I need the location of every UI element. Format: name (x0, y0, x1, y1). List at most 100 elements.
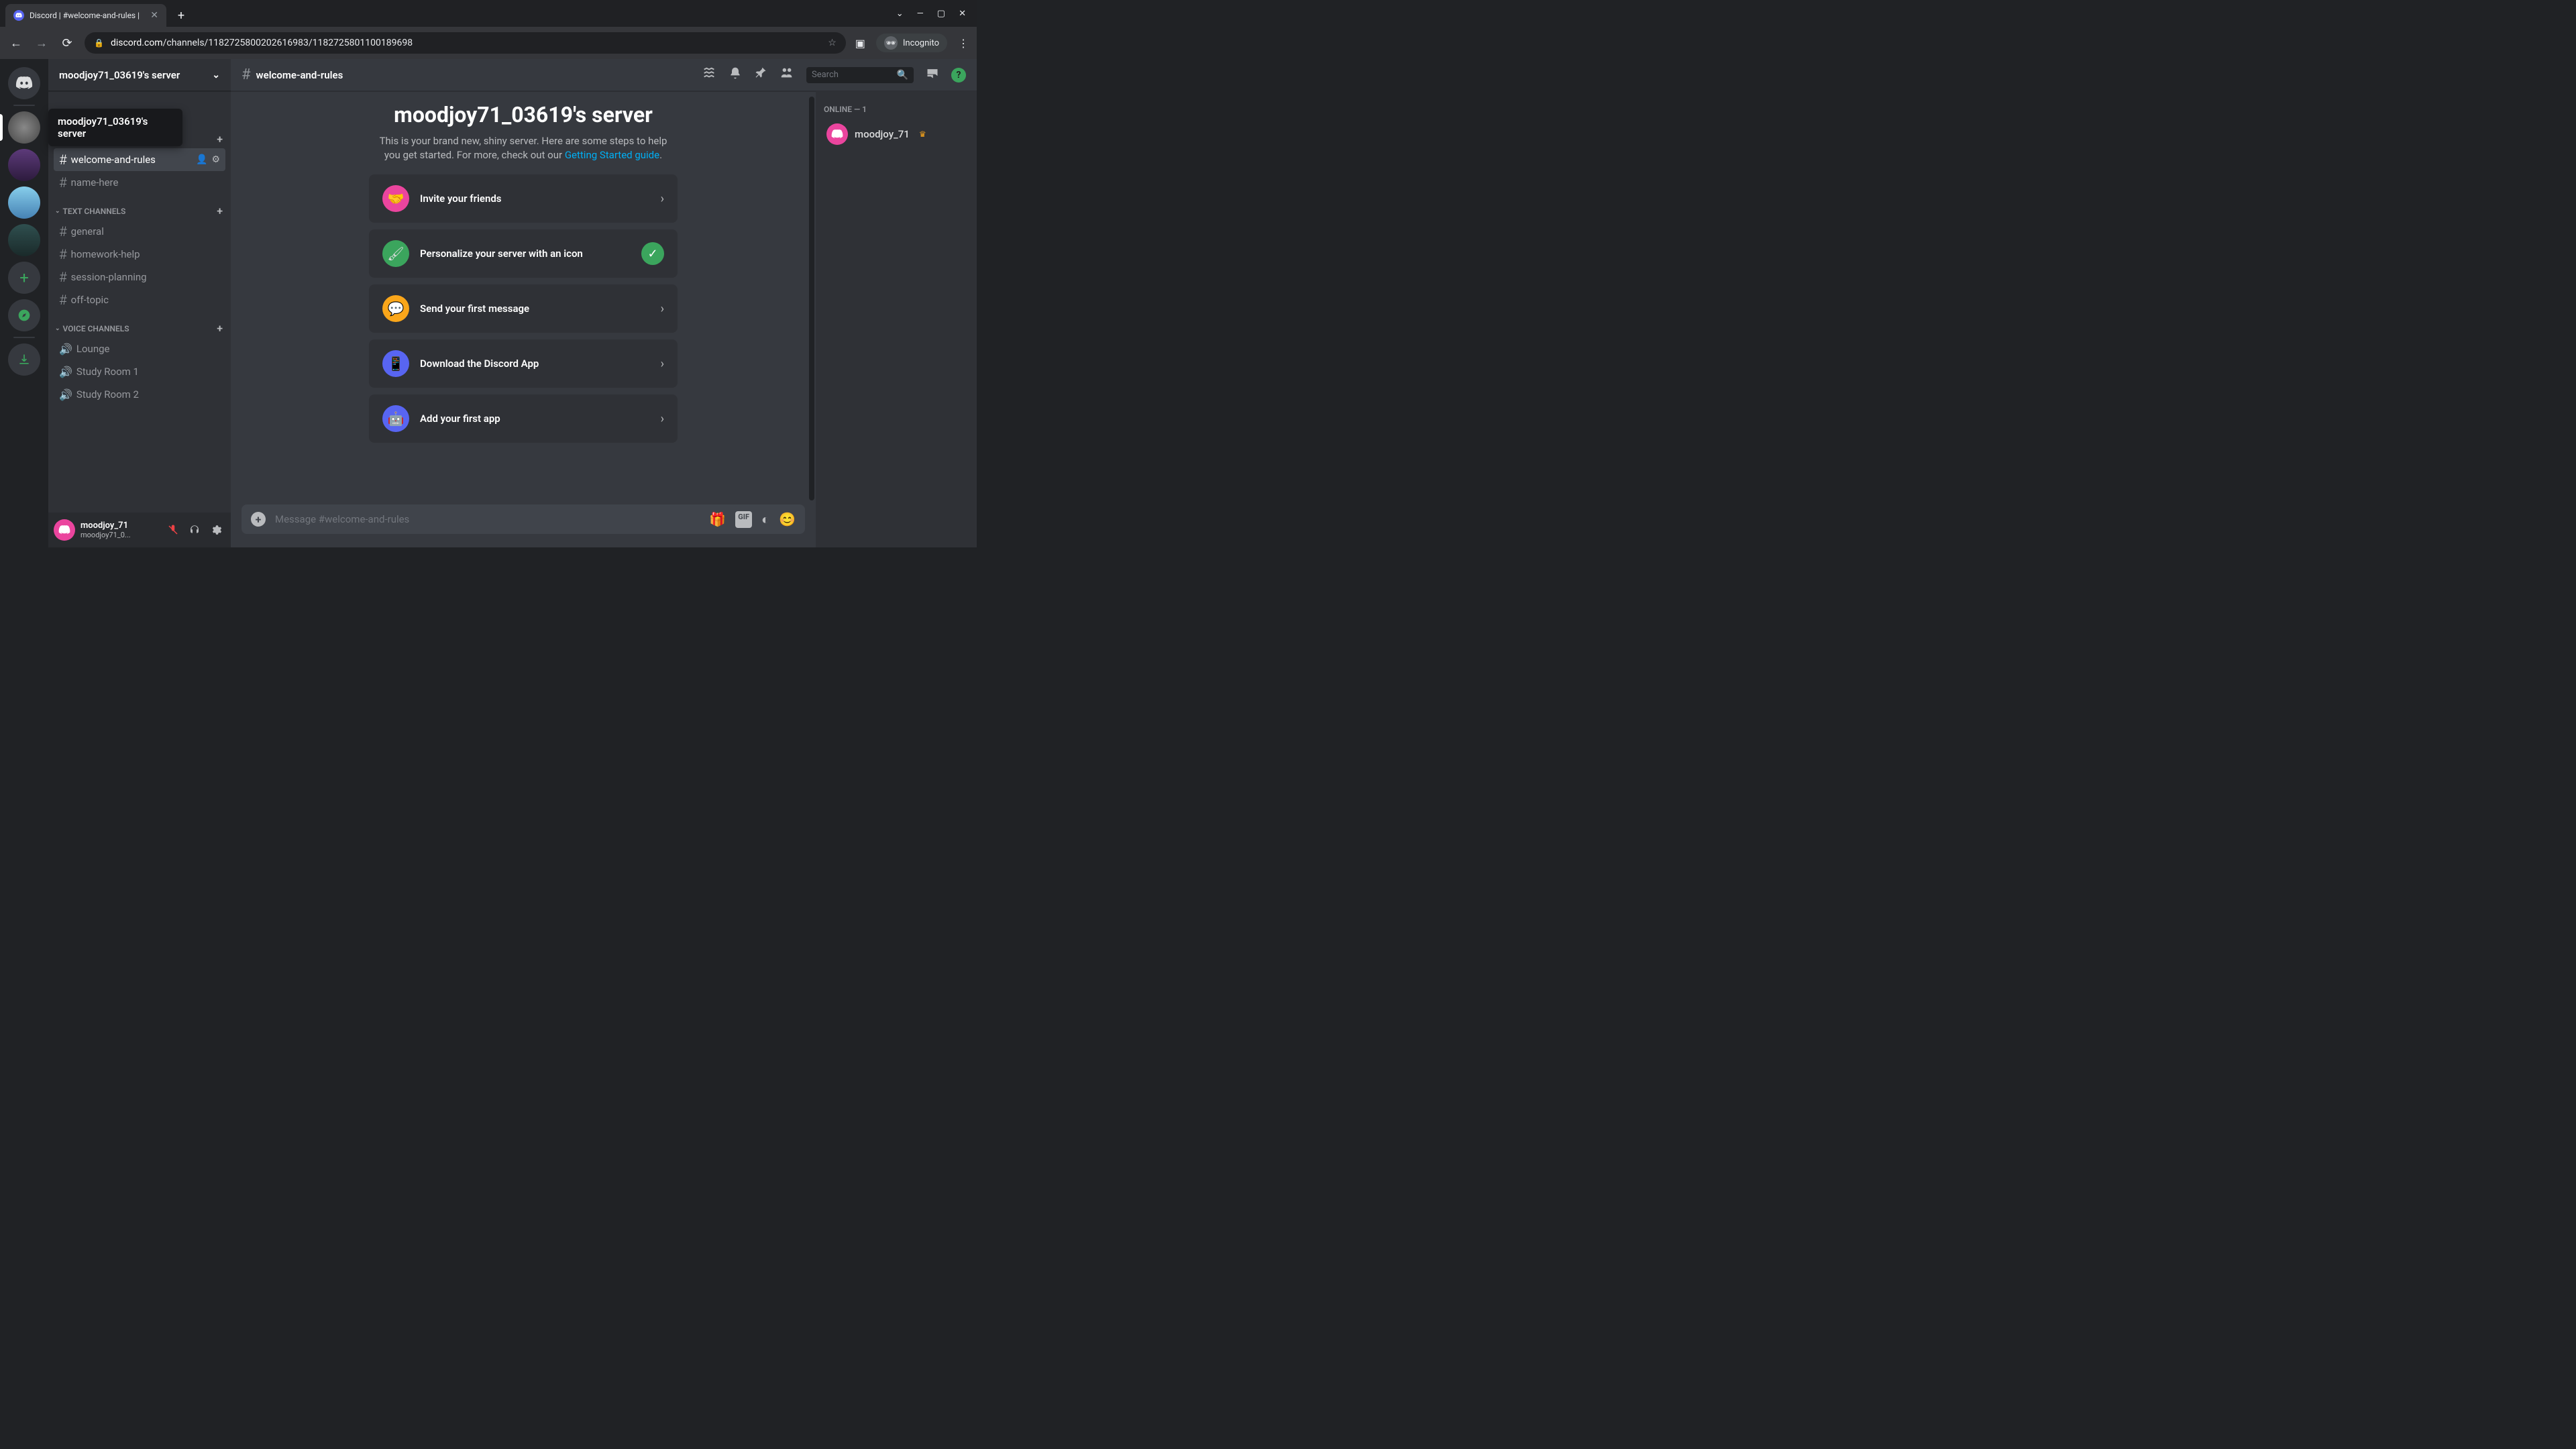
maximize-icon[interactable]: ▢ (937, 9, 945, 19)
channel-welcome-and-rules[interactable]: # welcome-and-rules 👤 ⚙ (54, 148, 225, 171)
incognito-label: Incognito (903, 38, 939, 48)
hash-icon: # (59, 246, 67, 262)
inbox-icon[interactable] (926, 66, 939, 83)
channel-label: Lounge (76, 343, 110, 355)
invite-icon[interactable]: 👤 (196, 154, 207, 165)
incognito-badge[interactable]: 🕶 Incognito (876, 34, 947, 52)
download-button[interactable] (8, 343, 40, 376)
notifications-icon[interactable] (729, 66, 742, 83)
speaker-icon: 🔊 (59, 388, 72, 401)
menu-icon[interactable]: ⋮ (958, 37, 969, 50)
user-panel: moodjoy_71 moodjoy71_0... (48, 513, 231, 547)
gear-icon[interactable]: ⚙ (211, 154, 220, 165)
channel-general[interactable]: # general (54, 220, 225, 243)
url-box[interactable]: 🔒 discord.com/channels/11827258002026169… (85, 32, 846, 54)
card-label: Personalize your server with an icon (420, 248, 583, 260)
incognito-icon: 🕶 (884, 36, 898, 50)
speaker-icon: 🔊 (59, 343, 72, 356)
welcome-section: moodjoy71_03619's server This is your br… (231, 91, 816, 504)
member-row[interactable]: moodjoy_71 ♛ (824, 121, 969, 148)
chevron-right-icon: › (661, 412, 664, 426)
card-first-app[interactable]: 🤖 Add your first app › (369, 394, 678, 443)
card-personalize[interactable]: 🖌 Personalize your server with an icon ✓ (369, 229, 678, 278)
gift-icon[interactable]: 🎁 (709, 511, 726, 528)
invite-icon: 🤝 (382, 185, 409, 212)
emoji-icon[interactable]: 😊 (779, 511, 796, 528)
reload-icon[interactable]: ⟳ (59, 36, 75, 50)
card-first-message[interactable]: 💬 Send your first message › (369, 284, 678, 333)
server-icon-active[interactable]: moodjoy71_03619's server (8, 111, 40, 144)
add-channel-icon[interactable]: + (217, 322, 223, 335)
card-label: Download the Discord App (420, 358, 539, 370)
attach-icon[interactable]: + (251, 512, 266, 527)
extensions-icon[interactable]: ▣ (855, 37, 865, 50)
message-input-box[interactable]: + 🎁 GIF ◐ 😊 (241, 504, 805, 534)
channel-label: welcome-and-rules (71, 154, 156, 166)
explore-button[interactable] (8, 299, 40, 331)
scrollbar[interactable] (809, 97, 814, 500)
composer: + 🎁 GIF ◐ 😊 (231, 504, 816, 547)
user-name: moodjoy_71 (80, 521, 158, 531)
getting-started-link[interactable]: Getting Started guide (565, 149, 659, 161)
guild-bar: moodjoy71_03619's server + (0, 59, 48, 547)
browser-chrome: Discord | #welcome-and-rules | ✕ + ⌄ — ▢… (0, 0, 977, 59)
bookmark-icon[interactable]: ☆ (828, 38, 837, 48)
channel-off-topic[interactable]: # off-topic (54, 288, 225, 311)
browser-tab[interactable]: Discord | #welcome-and-rules | ✕ (5, 4, 166, 27)
hash-icon: # (59, 174, 67, 191)
channel-label: off-topic (71, 294, 109, 306)
members-icon[interactable] (780, 66, 794, 84)
arrow-icon: ⌄ (55, 208, 60, 215)
close-window-icon[interactable]: ✕ (959, 9, 966, 19)
category-text-channels[interactable]: ⌄ TEXT CHANNELS + (54, 194, 225, 220)
card-invite-friends[interactable]: 🤝 Invite your friends › (369, 174, 678, 223)
gif-button[interactable]: GIF (735, 511, 752, 528)
threads-icon[interactable] (702, 66, 716, 84)
crown-icon: ♛ (919, 129, 926, 139)
add-channel-icon[interactable]: + (217, 205, 223, 217)
category-label: VOICE CHANNELS (63, 324, 129, 333)
card-download-app[interactable]: 📱 Download the Discord App › (369, 339, 678, 388)
settings-button[interactable] (207, 521, 225, 539)
deafen-button[interactable] (185, 521, 204, 539)
add-server-button[interactable]: + (8, 262, 40, 294)
member-avatar (826, 123, 848, 145)
message-input[interactable] (275, 513, 700, 525)
channel-homework-help[interactable]: # homework-help (54, 243, 225, 266)
search-input[interactable]: Search 🔍 (806, 67, 914, 83)
search-icon: 🔍 (897, 70, 908, 80)
voice-study-room-1[interactable]: 🔊 Study Room 1 (54, 360, 225, 383)
voice-lounge[interactable]: 🔊 Lounge (54, 337, 225, 360)
user-info[interactable]: moodjoy_71 moodjoy71_0... (80, 521, 158, 539)
chevron-right-icon: › (661, 192, 664, 206)
sticker-icon[interactable]: ◐ (761, 511, 769, 528)
home-button[interactable] (8, 67, 40, 99)
forward-icon[interactable]: → (34, 36, 50, 50)
add-channel-icon[interactable]: + (217, 133, 223, 146)
tab-search-icon[interactable]: ⌄ (896, 9, 904, 19)
new-tab-button[interactable]: + (172, 6, 191, 25)
welcome-subtitle: This is your brand new, shiny server. He… (376, 134, 671, 162)
channel-title: welcome-and-rules (256, 69, 343, 81)
server-header[interactable]: moodjoy71_03619's server ⌄ (48, 59, 231, 91)
close-icon[interactable]: ✕ (150, 10, 158, 21)
hash-icon: # (59, 223, 67, 239)
channel-session-planning[interactable]: # session-planning (54, 266, 225, 288)
tab-title: Discord | #welcome-and-rules | (30, 11, 140, 20)
user-avatar[interactable] (54, 519, 75, 541)
server-icon[interactable] (8, 224, 40, 256)
pinned-icon[interactable] (754, 66, 767, 83)
category-voice-channels[interactable]: ⌄ VOICE CHANNELS + (54, 311, 225, 337)
server-icon[interactable] (8, 186, 40, 219)
address-bar: ← → ⟳ 🔒 discord.com/channels/11827258002… (0, 27, 977, 59)
chat-body: moodjoy71_03619's server This is your br… (231, 91, 977, 547)
channel-label: name-here (71, 176, 119, 189)
voice-study-room-2[interactable]: 🔊 Study Room 2 (54, 383, 225, 406)
help-icon[interactable]: ? (951, 68, 966, 83)
channel-name-here[interactable]: # name-here (54, 171, 225, 194)
minimize-icon[interactable]: — (917, 9, 924, 19)
back-icon[interactable]: ← (8, 36, 24, 50)
mic-mute-button[interactable] (164, 521, 182, 539)
members-list: ONLINE — 1 moodjoy_71 ♛ (816, 91, 977, 547)
server-icon[interactable] (8, 149, 40, 181)
